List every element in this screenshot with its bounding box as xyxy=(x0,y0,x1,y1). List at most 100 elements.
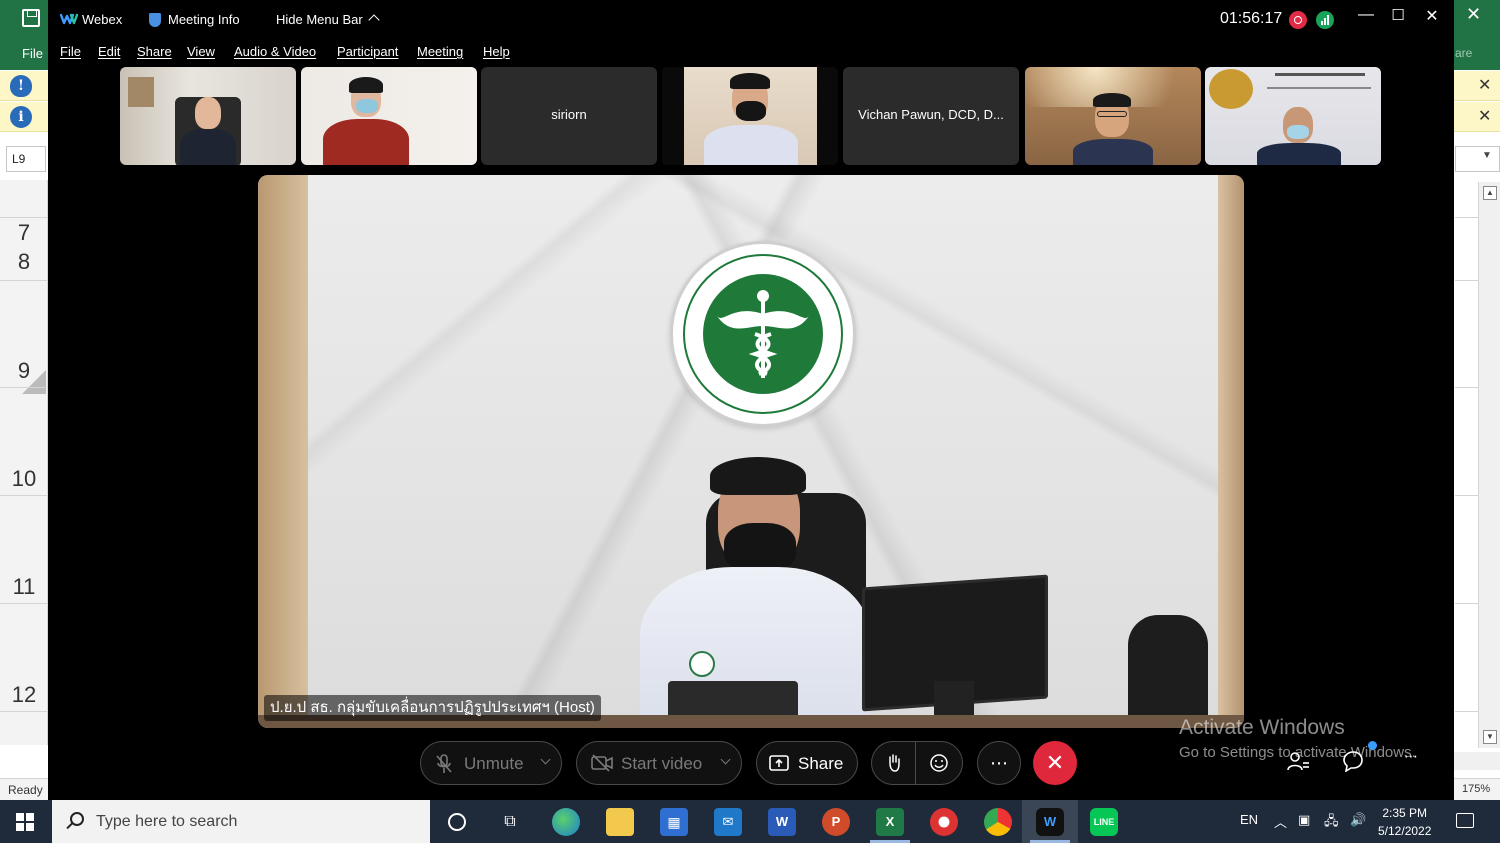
menu-edit[interactable]: Edit xyxy=(98,44,120,59)
excel-file-tab[interactable]: File xyxy=(22,46,43,61)
powerpoint-icon[interactable]: P xyxy=(822,808,850,836)
row-number[interactable]: 7 xyxy=(0,220,48,246)
row-number[interactable]: 11 xyxy=(0,574,48,600)
row-number[interactable]: 9 xyxy=(0,358,48,384)
clock-date: 5/12/2022 xyxy=(1378,824,1432,838)
store-icon[interactable]: ▦ xyxy=(660,808,688,836)
menu-share[interactable]: Share xyxy=(137,44,172,59)
minimize-icon[interactable]: — xyxy=(1354,6,1378,24)
network-stats-icon[interactable] xyxy=(1316,11,1334,29)
close-icon[interactable]: ✕ xyxy=(1420,6,1444,26)
zoom-level[interactable]: 175% xyxy=(1462,783,1490,795)
windows-start-icon[interactable] xyxy=(16,813,34,831)
share-button[interactable]: Share xyxy=(756,741,858,785)
taskbar-search[interactable]: Type here to search xyxy=(52,800,430,843)
chevron-up-icon[interactable] xyxy=(368,14,380,26)
close-icon[interactable]: ✕ xyxy=(1478,106,1491,126)
participant-body xyxy=(180,129,236,165)
scroll-down-icon[interactable]: ▼ xyxy=(1483,730,1497,744)
edge-icon[interactable] xyxy=(552,808,580,836)
cortana-icon[interactable] xyxy=(448,813,466,831)
chevron-up-icon[interactable]: ︿ xyxy=(1274,812,1287,831)
hide-menu-bar-button[interactable]: Hide Menu Bar xyxy=(276,12,363,27)
menu-meeting[interactable]: Meeting xyxy=(417,44,463,59)
menu-file[interactable]: File xyxy=(60,44,81,59)
grid-line xyxy=(1455,387,1478,388)
file-explorer-icon[interactable] xyxy=(606,808,634,836)
more-options-button[interactable]: ⋯ xyxy=(977,741,1021,785)
menu-audio-video[interactable]: Audio & Video xyxy=(234,44,316,59)
meet-now-icon[interactable]: ▣ xyxy=(1298,812,1310,828)
network-icon[interactable]: 🖧 xyxy=(1324,812,1339,834)
logo-pane xyxy=(16,823,24,831)
row-divider xyxy=(0,603,48,604)
participant-thumbnail[interactable]: siriorn xyxy=(481,67,657,165)
row-number[interactable]: 8 xyxy=(0,249,48,275)
close-icon[interactable]: ✕ xyxy=(1478,75,1491,95)
logo-pane xyxy=(26,813,34,821)
menu-help[interactable]: Help xyxy=(483,44,510,59)
start-video-button[interactable]: Start video xyxy=(576,741,742,785)
active-speaker-video[interactable]: ป.ย.ป สธ. กลุ่มขับเคลื่อนการปฏิรูปประเทศ… xyxy=(258,175,1244,728)
caduceus-icon xyxy=(717,290,809,378)
meeting-timer: 01:56:17 xyxy=(1220,10,1283,27)
webex-menubar: File Edit Share View Audio & Video Parti… xyxy=(48,40,1454,66)
maximize-icon[interactable]: ☐ xyxy=(1386,6,1410,24)
raise-hand-button[interactable] xyxy=(871,741,915,785)
participant-thumbnail[interactable]: Vichan Pawun, DCD, D... xyxy=(843,67,1019,165)
volume-icon[interactable]: 🔊 xyxy=(1350,812,1366,828)
formula-bar[interactable] xyxy=(1455,146,1500,172)
system-clock[interactable]: 2:35 PM 5/12/2022 xyxy=(1378,804,1431,840)
vertical-scrollbar[interactable]: ▲ ▼ xyxy=(1478,182,1500,748)
menu-view[interactable]: View xyxy=(187,44,215,59)
participants-icon[interactable] xyxy=(1286,750,1310,774)
ministry-seal-icon xyxy=(670,241,856,427)
notification-icon[interactable] xyxy=(1456,813,1474,828)
line-icon[interactable]: LINE xyxy=(1090,808,1118,836)
unmute-button[interactable]: Unmute xyxy=(420,741,562,785)
more-icon[interactable]: ⋯ xyxy=(1404,748,1418,765)
excel-share-button[interactable]: are xyxy=(1455,46,1472,60)
horizontal-scrollbar[interactable] xyxy=(1452,752,1500,770)
logo-pane xyxy=(26,823,34,831)
logo-pane xyxy=(16,813,24,821)
close-icon: ✕ xyxy=(1045,750,1065,775)
row-divider xyxy=(0,711,48,712)
app-name[interactable]: Webex xyxy=(82,12,122,27)
chevron-down-icon[interactable] xyxy=(540,754,551,765)
participant-thumbnail[interactable] xyxy=(1205,67,1381,165)
chrome-icon[interactable] xyxy=(984,808,1012,836)
participant-thumbnail[interactable] xyxy=(120,67,296,165)
participant-thumbnail[interactable] xyxy=(301,67,477,165)
chevron-down-icon[interactable] xyxy=(720,754,731,765)
recording-icon[interactable] xyxy=(1289,11,1307,29)
chevron-down-icon[interactable]: ▼ xyxy=(1482,150,1492,161)
leave-meeting-button[interactable]: ✕ xyxy=(1033,741,1077,785)
chat-icon[interactable] xyxy=(1342,750,1364,772)
language-indicator[interactable]: EN xyxy=(1240,812,1258,827)
meeting-info-button[interactable]: Meeting Info xyxy=(168,12,240,27)
menu-participant[interactable]: Participant xyxy=(337,44,398,59)
grid-line xyxy=(1455,217,1478,218)
raise-hand-icon xyxy=(888,754,900,772)
participant-thumbnail[interactable] xyxy=(662,67,838,165)
reactions-button[interactable] xyxy=(915,741,963,785)
row-headers: 7 8 9 10 11 12 xyxy=(0,180,48,745)
save-icon[interactable] xyxy=(22,9,40,27)
excel-icon[interactable]: X xyxy=(876,808,904,836)
row-number[interactable]: 12 xyxy=(0,682,48,708)
participant-body xyxy=(1257,143,1341,165)
share-label: Share xyxy=(798,754,844,773)
mail-icon[interactable]: ✉ xyxy=(714,808,742,836)
word-icon[interactable]: W xyxy=(768,808,796,836)
app-icon[interactable] xyxy=(930,808,958,836)
scroll-up-icon[interactable]: ▲ xyxy=(1483,186,1497,200)
row-number[interactable]: 10 xyxy=(0,466,48,492)
webex-logo-icon xyxy=(60,13,78,25)
excel-close-icon[interactable]: ✕ xyxy=(1466,4,1481,25)
participant-body xyxy=(323,119,409,165)
name-box[interactable]: L9 xyxy=(6,146,46,172)
task-view-icon[interactable]: ⧉ xyxy=(496,808,524,836)
webex-icon[interactable]: W xyxy=(1036,808,1064,836)
participant-thumbnail[interactable] xyxy=(1025,67,1201,165)
